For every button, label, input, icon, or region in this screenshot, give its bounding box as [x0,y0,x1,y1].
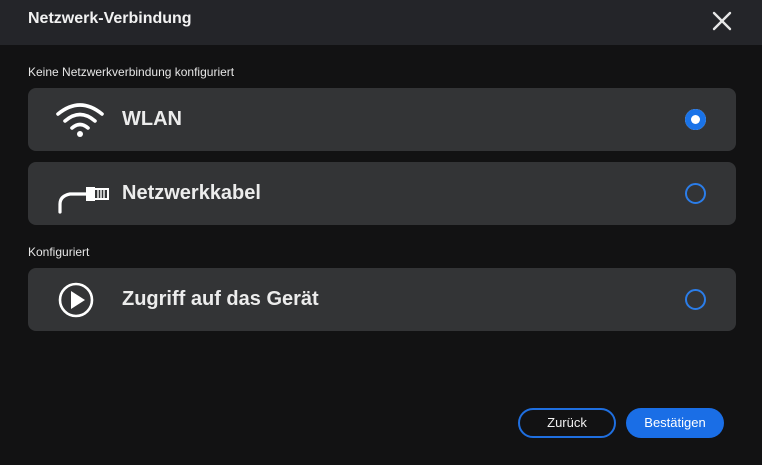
option-wlan[interactable]: WLAN [28,88,736,151]
option-network-cable[interactable]: Netzwerkkabel [28,162,736,225]
radio-wlan-selected[interactable] [685,109,706,130]
confirm-button[interactable]: Bestätigen [626,408,724,438]
network-connection-dialog: Netzwerk-Verbindung Keine Netzwerkverbin… [0,0,762,465]
option-label-network-cable: Netzwerkkabel [122,182,261,204]
section-label-configured: Konfiguriert [28,245,90,259]
radio-network-cable[interactable] [685,183,706,204]
ethernet-cable-icon [56,174,109,214]
wifi-icon [56,100,104,140]
back-button[interactable]: Zurück [518,408,616,438]
option-label-wlan: WLAN [122,108,182,130]
dialog-title: Netzwerk-Verbindung [28,10,192,27]
radio-device-access[interactable] [685,289,706,310]
close-icon[interactable] [709,8,735,34]
dialog-titlebar: Netzwerk-Verbindung [0,0,762,45]
play-circle-icon [56,280,96,320]
section-label-unconfigured: Keine Netzwerkverbindung konfiguriert [28,65,235,79]
option-device-access[interactable]: Zugriff auf das Gerät [28,268,736,331]
option-label-device-access: Zugriff auf das Gerät [122,288,319,310]
